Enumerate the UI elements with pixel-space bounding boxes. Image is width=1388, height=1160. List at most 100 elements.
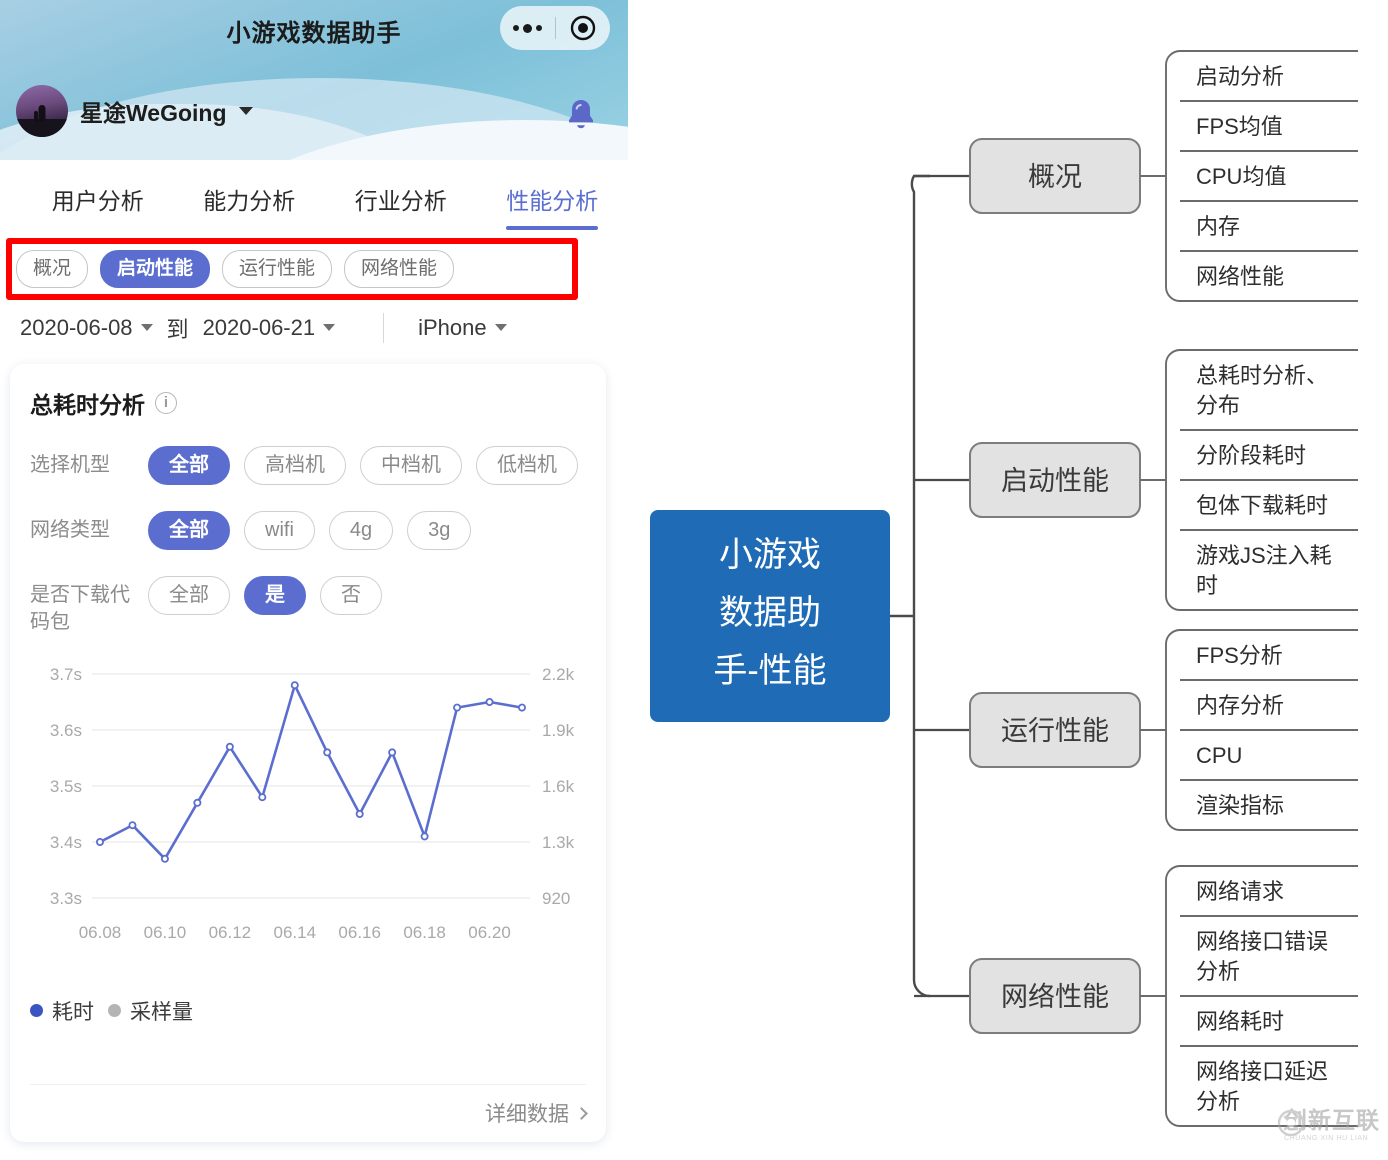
legend-item-duration[interactable]: 耗时 xyxy=(30,996,94,1026)
svg-text:运行性能: 运行性能 xyxy=(1001,716,1109,746)
svg-text:分阶段耗时: 分阶段耗时 xyxy=(1196,443,1306,468)
svg-text:分析: 分析 xyxy=(1196,1089,1240,1114)
chevron-right-icon[interactable] xyxy=(575,1106,588,1120)
sub-tab-row[interactable]: 概况 启动性能 运行性能 网络性能 xyxy=(16,250,616,288)
svg-text:内存: 内存 xyxy=(1196,214,1240,239)
filter-option-network-all[interactable]: 全部 xyxy=(148,510,230,550)
mindmap-panel: 小游戏 数据助 手-性能 概况 启动分析 FPS均值 CPU均值 内存 网络性能 启动性能 总耗时分… xyxy=(628,0,1388,1160)
chevron-down-icon[interactable] xyxy=(238,107,253,115)
end-date-picker[interactable]: 2020-06-21 xyxy=(203,315,336,341)
watermark: 创新互联 CHUANG XIN HU LIAN xyxy=(1277,1109,1380,1142)
sub-tab-overview[interactable]: 概况 xyxy=(16,250,89,288)
bell-icon[interactable] xyxy=(564,97,598,138)
legend-item-sample-count[interactable]: 采样量 xyxy=(108,996,193,1026)
filter-option-pkg-no[interactable]: 否 xyxy=(320,575,382,615)
svg-text:网络请求: 网络请求 xyxy=(1196,879,1284,904)
sub-tab-runtime-performance[interactable]: 运行性能 xyxy=(222,250,333,288)
svg-text:06.12: 06.12 xyxy=(209,923,252,942)
main-tab-bar[interactable]: 用户分析 能力分析 行业分析 性能分析 xyxy=(0,160,628,230)
card-footer[interactable]: 详细数据 xyxy=(30,1083,588,1142)
svg-text:网络接口错误: 网络接口错误 xyxy=(1196,929,1328,954)
filter-options-code-package[interactable]: 全部 是 否 xyxy=(148,575,382,615)
filter-label-network-type: 网络类型 xyxy=(30,518,110,541)
info-icon[interactable]: i xyxy=(155,391,177,414)
chart-legend[interactable]: 耗时 采样量 xyxy=(30,996,586,1026)
svg-text:2.2k: 2.2k xyxy=(542,665,575,684)
account-name: 星途WeGoing xyxy=(80,100,227,126)
filter-row-network-type: 网络类型 全部 wifi 4g 3g xyxy=(30,510,586,550)
legend-label-duration: 耗时 xyxy=(52,1000,94,1024)
svg-text:FPS分析: FPS分析 xyxy=(1196,643,1283,668)
card-header: 总耗时分析 i xyxy=(30,386,586,420)
wechat-capsule-bar[interactable] xyxy=(500,6,610,50)
tab-industry-analysis[interactable]: 行业分析 xyxy=(325,182,477,230)
svg-text:06.20: 06.20 xyxy=(468,923,511,942)
filter-option-pkg-all[interactable]: 全部 xyxy=(148,575,230,615)
sub-tab-row-wrapper: 概况 启动性能 运行性能 网络性能 xyxy=(0,238,628,300)
chevron-down-icon[interactable] xyxy=(323,324,336,332)
svg-text:3.7s: 3.7s xyxy=(50,665,82,684)
card-title-text: 总耗时分析 xyxy=(30,391,145,418)
filter-option-device-high[interactable]: 高档机 xyxy=(244,445,346,485)
mindmap-canvas: 小游戏数据助手-性能概况启动分析FPS均值CPU均值内存网络性能启动性能总耗时分… xyxy=(650,50,1358,1127)
svg-text:3.4s: 3.4s xyxy=(50,833,82,852)
filter-option-device-low[interactable]: 低档机 xyxy=(476,445,578,485)
svg-text:时: 时 xyxy=(1196,573,1218,598)
tab-user-analysis[interactable]: 用户分析 xyxy=(22,182,174,230)
svg-text:06.18: 06.18 xyxy=(403,923,446,942)
tab-capability-analysis[interactable]: 能力分析 xyxy=(174,182,326,230)
svg-text:游戏JS注入耗: 游戏JS注入耗 xyxy=(1196,543,1332,568)
svg-text:启动性能: 启动性能 xyxy=(1001,466,1109,496)
avatar-figure-main xyxy=(38,105,46,123)
svg-text:FPS均值: FPS均值 xyxy=(1196,114,1283,139)
svg-text:1.3k: 1.3k xyxy=(542,833,575,852)
svg-text:1.9k: 1.9k xyxy=(542,721,575,740)
avatar xyxy=(16,85,68,137)
device-picker[interactable]: iPhone xyxy=(418,315,507,341)
filter-option-device-mid[interactable]: 中档机 xyxy=(360,445,462,485)
svg-text:分布: 分布 xyxy=(1196,393,1240,418)
svg-text:网络性能: 网络性能 xyxy=(1001,982,1109,1012)
svg-text:3.3s: 3.3s xyxy=(50,889,82,908)
phone-screenshot-panel: 小游戏数据助手 星途WeGoing 用户分析 能力分析 行业分析 性能分析 概况… xyxy=(0,0,628,1160)
dot-1 xyxy=(512,25,519,31)
vertical-divider xyxy=(383,312,385,343)
dot-3 xyxy=(535,25,542,31)
svg-text:内存分析: 内存分析 xyxy=(1196,693,1284,718)
chart-canvas: 3.3s 920 3.4s 1.3k 3.5s 1.6k 3.6s 1.9k 3.7s 2.2k 0… xyxy=(50,665,575,942)
chevron-down-icon[interactable] xyxy=(494,324,507,332)
filter-option-pkg-yes[interactable]: 是 xyxy=(244,575,306,615)
svg-text:数据助: 数据助 xyxy=(719,594,821,632)
end-date-value: 2020-06-21 xyxy=(202,314,316,340)
detail-data-link[interactable]: 详细数据 xyxy=(485,1098,569,1128)
more-dots-icon[interactable] xyxy=(500,23,555,33)
account-switcher[interactable]: 星途WeGoing xyxy=(16,85,253,137)
start-date-picker[interactable]: 2020-06-08 xyxy=(20,315,153,341)
filter-option-network-3g[interactable]: 3g xyxy=(407,510,472,550)
date-range-separator: 到 xyxy=(166,316,189,342)
filter-option-network-4g[interactable]: 4g xyxy=(328,510,394,550)
filter-option-device-all[interactable]: 全部 xyxy=(148,445,230,485)
dot-2 xyxy=(522,23,532,33)
svg-text:分析: 分析 xyxy=(1196,959,1240,984)
chevron-down-icon[interactable] xyxy=(140,324,153,332)
svg-text:总耗时分析、: 总耗时分析、 xyxy=(1196,363,1328,388)
total-duration-analysis-card: 总耗时分析 i 选择机型 全部 高档机 中档机 低档机 网络类型 全部 wifi… xyxy=(10,363,606,1142)
svg-text:网络耗时: 网络耗时 xyxy=(1196,1009,1284,1034)
svg-text:包体下载耗时: 包体下载耗时 xyxy=(1196,493,1328,518)
duration-line-chart: 3.3s 920 3.4s 1.3k 3.5s 1.6k 3.6s 1.9k 3.7s 2.2k 0… xyxy=(30,660,586,960)
tab-performance-analysis[interactable]: 性能分析 xyxy=(477,182,629,230)
svg-text:1.6k: 1.6k xyxy=(542,777,575,796)
filter-options-device-tier[interactable]: 全部 高档机 中档机 低档机 xyxy=(148,445,578,485)
svg-text:CPU: CPU xyxy=(1196,743,1242,768)
svg-text:06.14: 06.14 xyxy=(273,923,316,942)
sub-tab-network-performance[interactable]: 网络性能 xyxy=(344,250,455,288)
svg-text:3.6s: 3.6s xyxy=(50,721,82,740)
filter-option-network-wifi[interactable]: wifi xyxy=(244,510,315,550)
svg-text:概况: 概况 xyxy=(1028,162,1082,192)
sub-tab-startup-performance[interactable]: 启动性能 xyxy=(100,250,211,288)
svg-text:3.5s: 3.5s xyxy=(50,777,82,796)
svg-text:网络性能: 网络性能 xyxy=(1196,264,1284,289)
target-circle-icon[interactable] xyxy=(556,15,611,41)
filter-options-network-type[interactable]: 全部 wifi 4g 3g xyxy=(148,510,472,550)
